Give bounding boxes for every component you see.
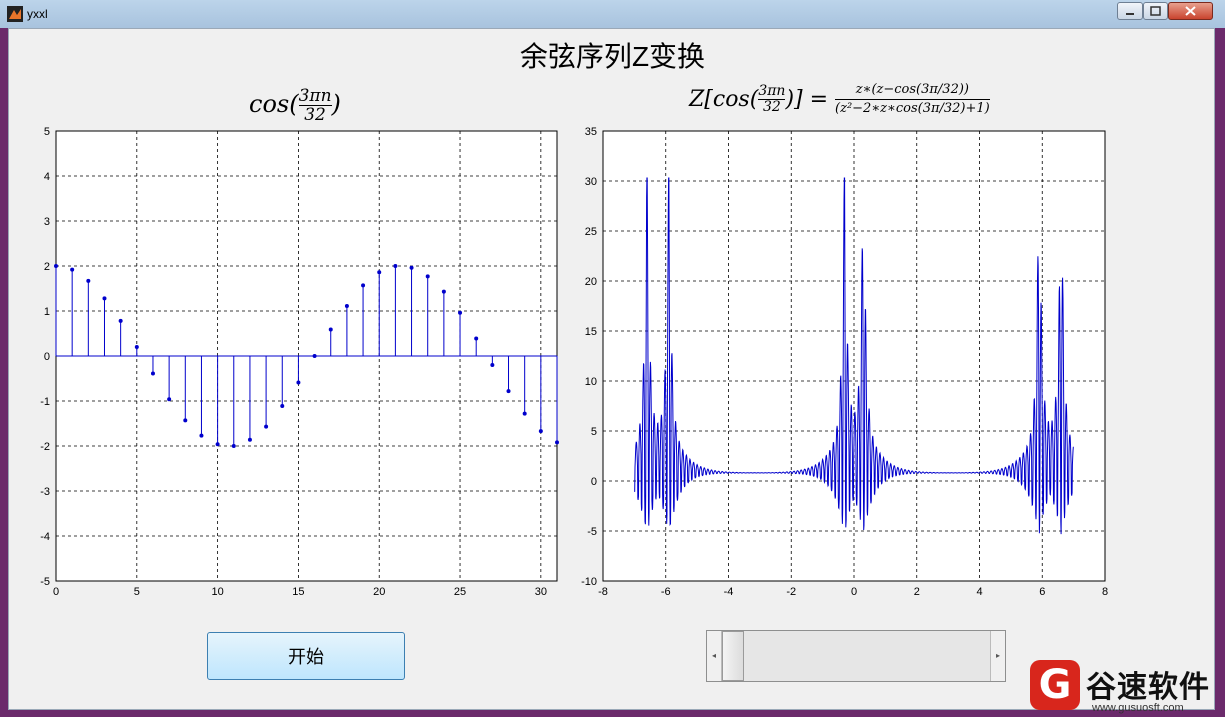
y-tick-label: 20 (585, 276, 597, 288)
x-tick-label: 15 (292, 586, 304, 598)
stem-marker (118, 318, 123, 323)
x-tick-label: -6 (661, 586, 671, 598)
plots-canvas: 0 5 10 15 20 25 30-5-4-3-2-1012345-8 -6 -4 -2 0 2 4 6… (40, 126, 1108, 598)
y-tick-label: -4 (40, 531, 50, 543)
stem-marker (167, 397, 172, 402)
stem-marker (231, 444, 236, 448)
y-tick-label: 3 (44, 216, 50, 228)
stem-marker (474, 336, 479, 341)
y-tick-label: 15 (585, 326, 597, 338)
stem-marker (441, 289, 446, 294)
watermark: G 谷速软件 www.gusuosft.com (1030, 660, 1225, 717)
x-tick-label: 8 (1102, 586, 1108, 598)
watermark-url: www.gusuosft.com (1092, 702, 1184, 714)
figure-window: yxxl 余弦序列Z变换 cos(3πn 32) Z[cos(3πn 32)] = … (0, 0, 1225, 717)
y-tick-label: -1 (40, 396, 50, 408)
matlab-icon (7, 6, 23, 22)
stem-marker (102, 296, 107, 301)
stem-marker (199, 433, 204, 438)
stem-marker (54, 264, 58, 268)
x-tick-label: -2 (786, 586, 796, 598)
stem-marker (344, 304, 349, 309)
stem-marker (264, 424, 269, 429)
maximize-button[interactable] (1143, 2, 1168, 20)
horizontal-slider[interactable]: ◂ ▸ (706, 630, 1006, 682)
stem-marker (70, 267, 75, 272)
y-tick-label: 35 (585, 126, 597, 138)
stem-marker (134, 345, 139, 349)
y-tick-label: 10 (585, 376, 597, 388)
slider-right-arrow-icon[interactable]: ▸ (990, 631, 1005, 681)
stem-marker (183, 418, 188, 423)
y-tick-label: -2 (40, 441, 50, 453)
x-tick-label: 0 (53, 586, 59, 598)
stem-marker (296, 380, 301, 385)
y-tick-label: -5 (40, 576, 50, 588)
y-tick-label: 2 (44, 261, 50, 273)
x-tick-label: 2 (914, 586, 920, 598)
stem-marker (247, 437, 252, 442)
stem-marker (425, 274, 430, 279)
watermark-name: 谷速软件 (1086, 670, 1210, 705)
stem-marker (86, 278, 91, 283)
title-bar: yxxl (0, 0, 1225, 28)
x-tick-label: 10 (211, 586, 223, 598)
stem-marker (458, 310, 463, 315)
stem-marker (522, 411, 527, 416)
stem-marker (312, 354, 317, 358)
slider-thumb[interactable] (722, 631, 744, 681)
stem-marker (328, 327, 333, 332)
stem-marker (215, 442, 220, 447)
stem-marker (409, 265, 414, 270)
y-tick-label: 1 (44, 306, 50, 318)
stem-marker (393, 264, 398, 268)
x-tick-label: 25 (454, 586, 466, 598)
figure-client-area: 余弦序列Z变换 cos(3πn 32) Z[cos(3πn 32)] = z∗(z−… (8, 28, 1215, 710)
x-tick-label: -4 (724, 586, 734, 598)
watermark-logo: G (1030, 660, 1080, 710)
y-tick-label: 4 (44, 171, 50, 183)
y-tick-label: 30 (585, 176, 597, 188)
stem-marker (361, 283, 366, 288)
maximize-icon (1150, 6, 1161, 16)
y-tick-label: 0 (591, 476, 597, 488)
x-tick-label: 6 (1039, 586, 1045, 598)
x-tick-label: 20 (373, 586, 385, 598)
stem-marker (280, 403, 285, 408)
x-tick-label: -8 (598, 586, 608, 598)
window-title: yxxl (27, 7, 48, 21)
stem-marker (490, 363, 495, 367)
slider-left-arrow-icon[interactable]: ◂ (707, 631, 722, 681)
stem-marker (506, 389, 511, 394)
stem-marker (555, 440, 559, 445)
close-button[interactable] (1168, 2, 1213, 20)
start-button[interactable]: 开始 (207, 632, 405, 680)
close-icon (1185, 6, 1196, 16)
minimize-icon (1126, 13, 1134, 15)
y-tick-label: -5 (587, 526, 597, 538)
stem-marker (150, 371, 155, 376)
y-tick-label: 5 (591, 426, 597, 438)
stem-marker (377, 270, 382, 275)
minimize-button[interactable] (1117, 2, 1143, 20)
x-tick-label: 30 (535, 586, 547, 598)
y-tick-label: -10 (581, 576, 597, 588)
x-tick-label: 0 (851, 586, 857, 598)
stem-marker (538, 429, 543, 434)
y-tick-label: 25 (585, 226, 597, 238)
x-tick-label: 4 (976, 586, 982, 598)
y-tick-label: -3 (40, 486, 50, 498)
x-tick-label: 5 (134, 586, 140, 598)
y-tick-label: 0 (44, 351, 50, 363)
y-tick-label: 5 (44, 126, 50, 138)
